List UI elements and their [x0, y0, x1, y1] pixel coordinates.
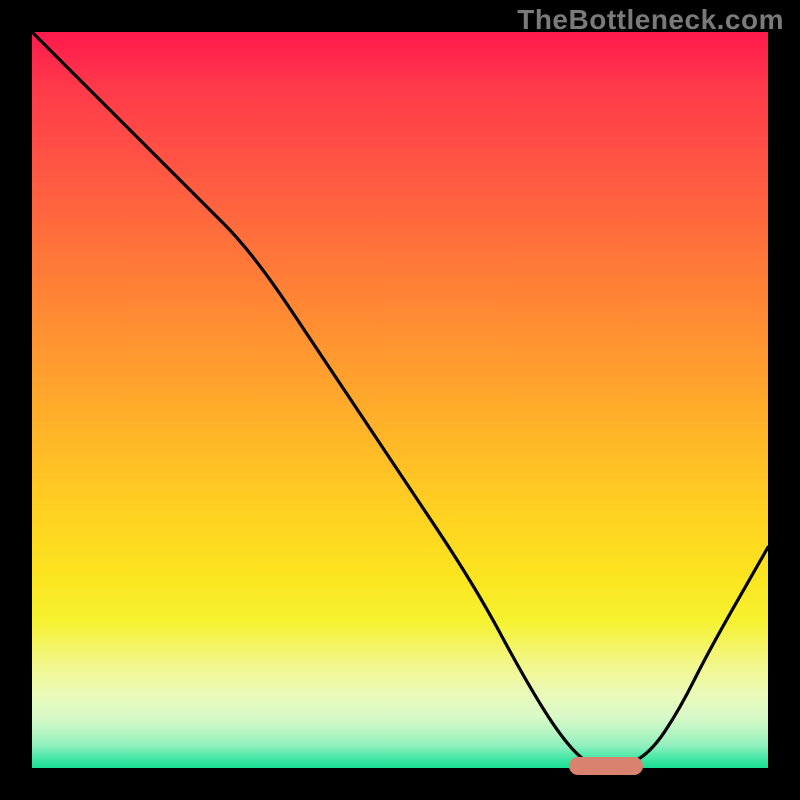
bottleneck-curve: [32, 32, 768, 768]
plot-area: [32, 32, 768, 768]
chart-frame: TheBottleneck.com: [0, 0, 800, 800]
optimal-marker: [569, 757, 643, 775]
watermark-text: TheBottleneck.com: [517, 4, 784, 36]
